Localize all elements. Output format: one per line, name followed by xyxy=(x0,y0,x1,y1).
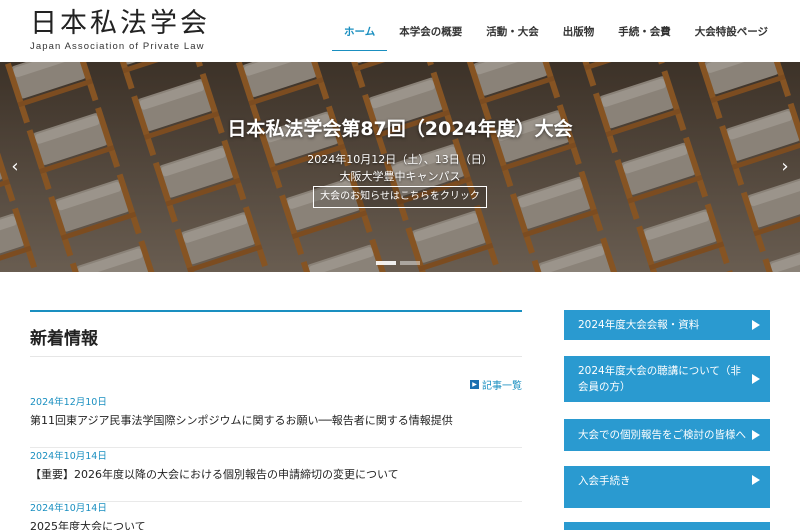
nav-item-home[interactable]: ホーム xyxy=(332,18,388,51)
hero-title: 日本私法学会第87回（2024年度）大会 xyxy=(227,118,573,140)
news-item: 2024年10月14日 【重要】2026年度以降の大会における個別報告の申請締切… xyxy=(30,448,522,502)
news-top-rule xyxy=(30,310,522,312)
news-list-label[interactable]: 記事一覧 xyxy=(482,377,522,392)
main-nav: ホーム 本学会の概要 活動・大会 出版物 手続・会費 大会特設ページ xyxy=(332,18,780,51)
sidebar-button-non-member-attendance[interactable]: 2024年度大会の聴講について（非会員の方） xyxy=(564,356,770,402)
hero-slider: 日本私法学会第87回（2024年度）大会 2024年10月12日（土）、13日（… xyxy=(0,62,800,272)
hero-announcement-button[interactable]: 大会のお知らせはこちらをクリック xyxy=(313,186,487,208)
nav-item-about[interactable]: 本学会の概要 xyxy=(387,18,474,51)
news-item: 2024年10月14日 2025年度大会について xyxy=(30,500,522,530)
news-item: 2024年12月10日 第11回東アジア民事法学国際シンポジウムに関するお願い─… xyxy=(30,394,522,448)
news-link[interactable]: 第11回東アジア民事法学国際シンポジウムに関するお願い──報告者に関する情報提供 xyxy=(30,412,522,428)
site-subtitle: Japan Association of Private Law xyxy=(30,41,205,52)
nav-item-procedures[interactable]: 手続・会費 xyxy=(606,18,683,51)
play-icon xyxy=(752,374,760,384)
nav-item-publications[interactable]: 出版物 xyxy=(551,18,607,51)
play-icon xyxy=(752,320,760,330)
news-link[interactable]: 【重要】2026年度以降の大会における個別報告の申請締切の変更について xyxy=(30,466,522,482)
news-section: 新着情報 ▶ 記事一覧 2024年12月10日 第11回東アジア民事法学国際シン… xyxy=(30,310,522,530)
sidebar-button-label: 入会手続き xyxy=(578,475,631,487)
sidebar-button-conference-report[interactable]: 2024年度大会会報・資料 xyxy=(564,310,770,340)
site-logo[interactable]: 日本私法学会 Japan Association of Private Law xyxy=(30,8,210,52)
slider-dots xyxy=(376,261,420,265)
sidebar-button-next[interactable] xyxy=(564,522,770,530)
sidebar-button-membership[interactable]: 入会手続き xyxy=(564,466,770,508)
nav-item-conference-page[interactable]: 大会特設ページ xyxy=(683,18,780,51)
news-heading: 新着情報 xyxy=(30,324,522,357)
slider-dot-2[interactable] xyxy=(400,261,420,265)
sidebar-button-label: 2024年度大会会報・資料 xyxy=(578,319,700,331)
chevron-right-icon[interactable]: › xyxy=(778,158,792,176)
news-list-link[interactable]: ▶ 記事一覧 xyxy=(470,377,522,392)
hero-date: 2024年10月12日（土）、13日（日） xyxy=(307,153,493,166)
site-title[interactable]: 日本私法学会 xyxy=(30,8,210,40)
sidebar-button-individual-report[interactable]: 大会での個別報告をご検討の皆様へ xyxy=(564,419,770,451)
news-date: 2024年10月14日 xyxy=(30,451,107,462)
play-icon xyxy=(752,430,760,440)
chevron-left-icon[interactable]: ‹ xyxy=(8,158,22,176)
sidebar-button-label: 大会での個別報告をご検討の皆様へ xyxy=(578,429,746,441)
nav-item-activities[interactable]: 活動・大会 xyxy=(474,18,551,51)
play-icon xyxy=(752,475,760,485)
hero-venue: 大阪大学豊中キャンパス xyxy=(339,170,461,183)
sidebar-button-label: 2024年度大会の聴講について（非会員の方） xyxy=(578,365,741,393)
news-date: 2024年12月10日 xyxy=(30,397,107,408)
slider-dot-1[interactable] xyxy=(376,261,396,265)
site-header: 日本私法学会 Japan Association of Private Law … xyxy=(0,0,800,62)
news-date: 2024年10月14日 xyxy=(30,503,107,514)
news-link[interactable]: 2025年度大会について xyxy=(30,518,522,530)
play-icon: ▶ xyxy=(470,380,479,389)
